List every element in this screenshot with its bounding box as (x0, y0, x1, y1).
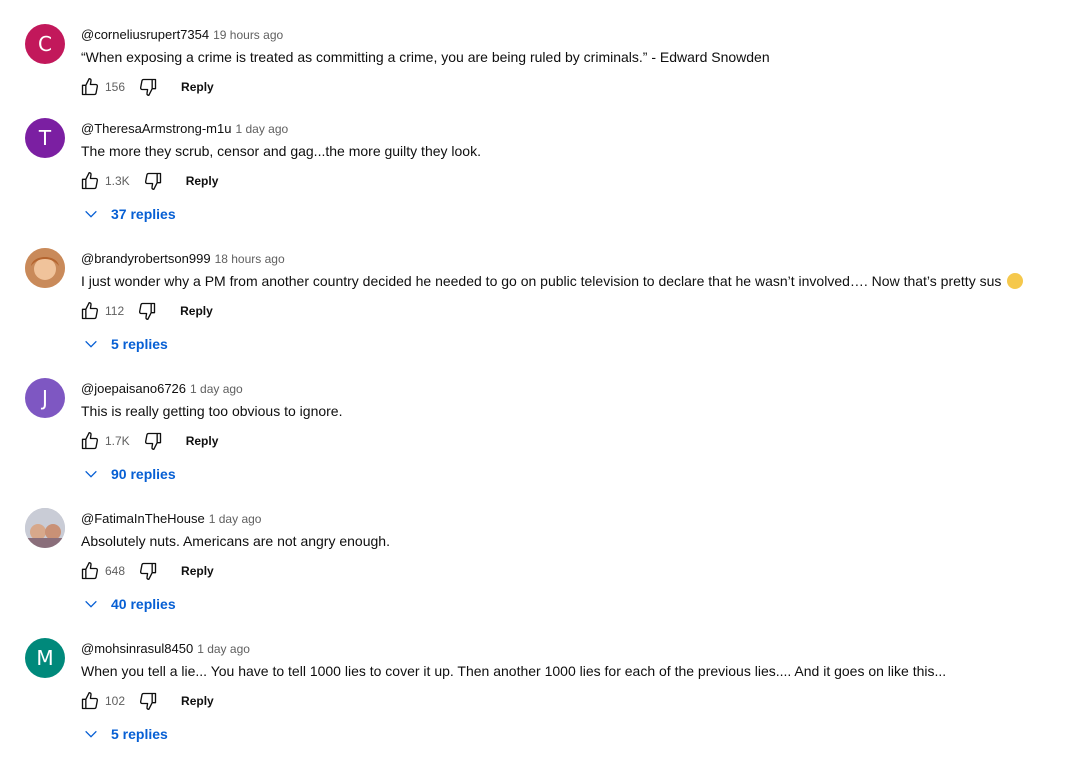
thumbs-up-icon (81, 302, 99, 320)
thinking-face-emoji-icon (1007, 273, 1024, 289)
thumbs-down-icon (140, 692, 157, 710)
comment-actions: 1.3K Reply (79, 169, 218, 193)
replies-count-label: 5 replies (111, 726, 168, 742)
dislike-button[interactable] (137, 560, 159, 582)
comment-text-content: I just wonder why a PM from another coun… (81, 273, 1002, 289)
comment-actions: 1.7K Reply (79, 429, 218, 453)
chevron-down-icon (85, 210, 97, 218)
like-button[interactable] (79, 690, 101, 712)
author-name[interactable]: @mohsinrasul8450 (81, 641, 193, 656)
comment-time[interactable]: 1 day ago (197, 642, 250, 656)
like-button[interactable] (79, 76, 101, 98)
replies-count-label: 5 replies (111, 336, 168, 352)
avatar-letter: J (42, 386, 48, 410)
like-count: 648 (105, 564, 126, 578)
comment-text: Absolutely nuts. Americans are not angry… (81, 533, 390, 549)
thumbs-up-icon (81, 692, 99, 710)
avatar[interactable]: T (25, 118, 65, 158)
thumbs-up-icon (81, 172, 99, 190)
reply-button[interactable]: Reply (186, 434, 219, 448)
like-button[interactable] (79, 300, 101, 322)
view-replies-button[interactable]: 5 replies (83, 336, 168, 352)
replies-count-label: 90 replies (111, 466, 176, 482)
comment-actions: 112 Reply (79, 299, 213, 323)
thumbs-down-icon (140, 78, 157, 97)
reply-button[interactable]: Reply (180, 304, 213, 318)
like-count: 112 (105, 304, 125, 318)
thumbs-up-icon (81, 78, 99, 96)
replies-count-label: 40 replies (111, 596, 176, 612)
thumbs-up-icon (81, 562, 99, 580)
like-button[interactable] (79, 430, 101, 452)
like-count: 102 (105, 694, 126, 708)
comment-time[interactable]: 1 day ago (209, 512, 262, 526)
comment-text: “When exposing a crime is treated as com… (81, 49, 770, 65)
thumbs-down-icon (139, 302, 156, 320)
comment-actions: 648 Reply (79, 559, 214, 583)
reply-button[interactable]: Reply (181, 564, 214, 578)
avatar[interactable]: J (25, 378, 65, 418)
author-name[interactable]: @brandyrobertson999 (81, 251, 211, 266)
like-button[interactable] (79, 560, 101, 582)
avatar-letter: C (38, 32, 52, 56)
like-button[interactable] (79, 170, 101, 192)
like-count: 1.3K (105, 174, 130, 188)
chevron-down-icon (85, 470, 97, 478)
dislike-button[interactable] (137, 690, 159, 712)
comment-time[interactable]: 19 hours ago (213, 28, 283, 42)
chevron-down-icon (85, 340, 97, 348)
avatar[interactable] (25, 248, 65, 288)
thumbs-down-icon (140, 562, 157, 580)
comment-actions: 102 Reply (79, 689, 214, 713)
user-photo-icon (25, 508, 65, 548)
view-replies-button[interactable]: 40 replies (83, 596, 176, 612)
author-name[interactable]: @FatimaInTheHouse (81, 511, 205, 526)
comment-time[interactable]: 18 hours ago (215, 252, 285, 266)
reply-button[interactable]: Reply (181, 694, 214, 708)
dislike-button[interactable] (142, 430, 164, 452)
comment-header: @mohsinrasul8450 1 day ago (81, 641, 250, 656)
avatar-letter: T (38, 126, 52, 150)
author-name[interactable]: @corneliusrupert7354 (81, 27, 209, 42)
chevron-down-icon (85, 600, 97, 608)
comment-text: This is really getting too obvious to ig… (81, 403, 343, 419)
dislike-button[interactable] (136, 300, 158, 322)
thumbs-down-icon (144, 432, 161, 450)
avatar[interactable] (25, 508, 65, 548)
view-replies-button[interactable]: 5 replies (83, 726, 168, 742)
comment-time[interactable]: 1 day ago (190, 382, 243, 396)
view-replies-button[interactable]: 37 replies (83, 206, 176, 222)
avatar[interactable]: M (25, 638, 65, 678)
user-photo-icon (25, 248, 65, 288)
author-name[interactable]: @joepaisano6726 (81, 381, 186, 396)
comment-header: @joepaisano6726 1 day ago (81, 381, 243, 396)
thumbs-down-icon (144, 172, 161, 190)
comment-header: @corneliusrupert7354 19 hours ago (81, 27, 283, 42)
like-count: 1.7K (105, 434, 130, 448)
replies-count-label: 37 replies (111, 206, 176, 222)
dislike-button[interactable] (142, 170, 164, 192)
avatar-letter: M (36, 646, 54, 670)
comment-text: The more they scrub, censor and gag...th… (81, 143, 481, 159)
comment-header: @brandyrobertson999 18 hours ago (81, 251, 285, 266)
chevron-down-icon (85, 730, 97, 738)
comment-actions: 156 Reply (79, 75, 214, 99)
comment-header: @FatimaInTheHouse 1 day ago (81, 511, 261, 526)
comment-text: I just wonder why a PM from another coun… (81, 273, 1024, 289)
reply-button[interactable]: Reply (181, 80, 214, 94)
comment-text: When you tell a lie... You have to tell … (81, 663, 947, 679)
dislike-button[interactable] (137, 76, 159, 98)
like-count: 156 (105, 80, 126, 94)
view-replies-button[interactable]: 90 replies (83, 466, 176, 482)
author-name[interactable]: @TheresaArmstrong-m1u (81, 121, 231, 136)
thumbs-up-icon (81, 432, 99, 450)
comment-time[interactable]: 1 day ago (235, 122, 288, 136)
avatar[interactable]: C (25, 24, 65, 64)
reply-button[interactable]: Reply (186, 174, 219, 188)
comment-header: @TheresaArmstrong-m1u 1 day ago (81, 121, 288, 136)
